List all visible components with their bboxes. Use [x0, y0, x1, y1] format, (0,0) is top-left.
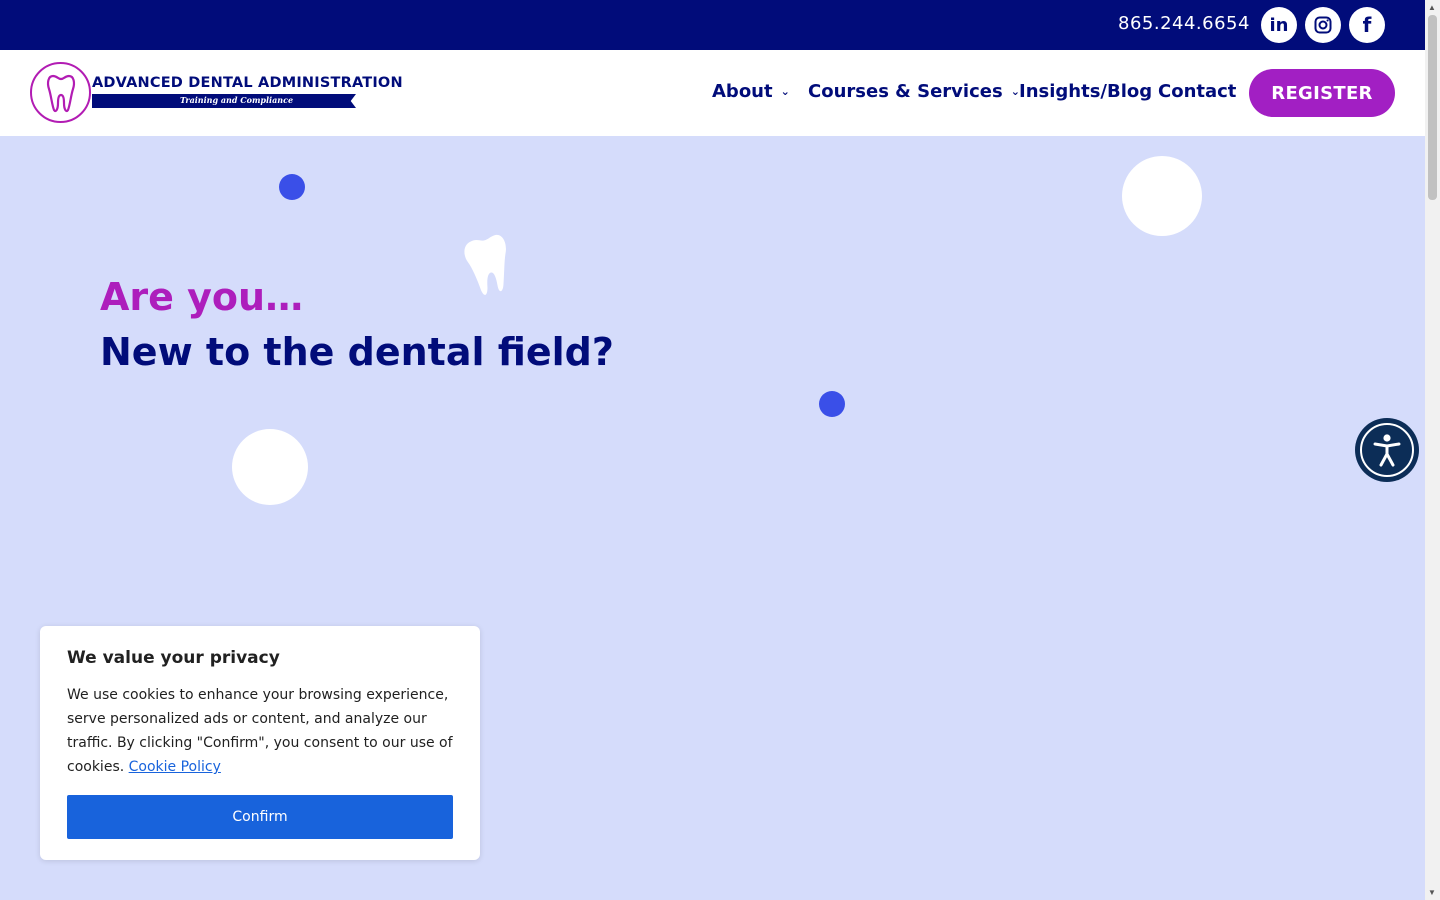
nav-courses-label: Courses & Services [808, 81, 1003, 102]
site-logo[interactable]: ADVANCED DENTAL ADMINISTRATION Training … [30, 62, 403, 124]
cookie-policy-link[interactable]: Cookie Policy [129, 759, 221, 775]
cookie-consent-banner: We value your privacy We use cookies to … [40, 626, 480, 860]
nav-about[interactable]: About ⌄ [712, 81, 790, 102]
nav-about-label: About [712, 81, 773, 102]
nav-courses-services[interactable]: Courses & Services ⌄ [808, 81, 1020, 102]
logo-subtitle: Training and Compliance [180, 95, 294, 105]
cookie-text: We use cookies to enhance your browsing … [67, 687, 453, 775]
instagram-icon[interactable] [1305, 7, 1341, 43]
nav-contact[interactable]: Contact [1158, 81, 1236, 102]
decor-dot-white [232, 429, 308, 505]
top-bar: 865.244.6654 in f [0, 0, 1425, 50]
cookie-description: We use cookies to enhance your browsing … [67, 683, 459, 779]
linkedin-icon[interactable]: in [1261, 7, 1297, 43]
accessibility-button[interactable] [1355, 418, 1419, 482]
facebook-icon[interactable]: f [1349, 7, 1385, 43]
register-button[interactable]: REGISTER [1249, 69, 1395, 117]
logo-title: ADVANCED DENTAL ADMINISTRATION [92, 75, 403, 91]
hero-eyebrow: Are you… [100, 275, 304, 319]
confirm-button[interactable]: Confirm [67, 795, 453, 839]
scroll-down-icon[interactable]: ▼ [1428, 888, 1436, 897]
decor-dot-blue [279, 174, 305, 200]
chevron-down-icon: ⌄ [780, 85, 790, 98]
decor-dot-blue [819, 391, 845, 417]
scroll-up-icon[interactable]: ▲ [1428, 3, 1436, 12]
page-scrollbar[interactable]: ▲ ▼ [1425, 0, 1440, 900]
scroll-thumb[interactable] [1428, 15, 1437, 200]
accessibility-icon [1360, 423, 1414, 477]
phone-number[interactable]: 865.244.6654 [1118, 13, 1250, 34]
tooth-logo-icon [30, 62, 91, 123]
cookie-title: We value your privacy [67, 648, 280, 668]
tooth-icon [464, 234, 506, 295]
decor-dot-white [1122, 156, 1202, 236]
hero-headline: New to the dental field? [100, 330, 614, 374]
nav-insights-blog[interactable]: Insights/Blog [1019, 81, 1152, 102]
